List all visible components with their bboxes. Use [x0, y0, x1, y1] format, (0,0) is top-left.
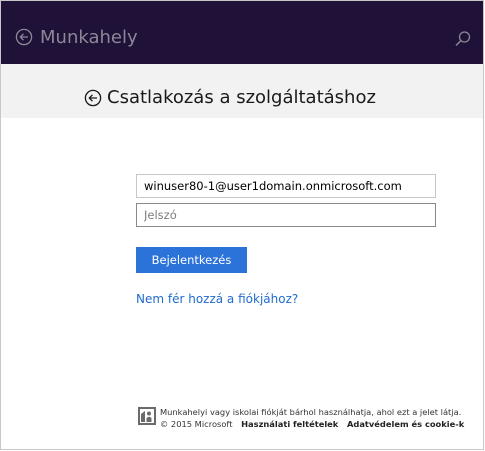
terms-link[interactable]: Használati feltételek [241, 419, 338, 429]
back-arrow-icon[interactable] [15, 28, 33, 46]
workplace-logo-icon [137, 406, 157, 426]
footer-info-text: Munkahelyi vagy iskolai fiókját bárhol h… [160, 407, 462, 417]
app-title: Munkahely [40, 27, 138, 48]
footer-links: © 2015 Microsoft Használati feltételek A… [160, 418, 470, 430]
back-arrow-icon[interactable] [84, 89, 102, 107]
privacy-link[interactable]: Adatvédelem és cookie-k [347, 419, 464, 429]
cant-access-account-link[interactable]: Nem fér hozzá a fiókjához? [136, 291, 298, 307]
signin-button[interactable]: Bejelentkezés [136, 247, 247, 273]
search-icon[interactable] [454, 30, 472, 48]
footer: Munkahelyi vagy iskolai fiókját bárhol h… [160, 406, 470, 430]
page-title: Csatlakozás a szolgáltatáshoz [107, 87, 376, 108]
copyright-text: © 2015 Microsoft [160, 419, 233, 429]
password-field[interactable] [136, 203, 436, 227]
email-field[interactable] [136, 174, 436, 198]
